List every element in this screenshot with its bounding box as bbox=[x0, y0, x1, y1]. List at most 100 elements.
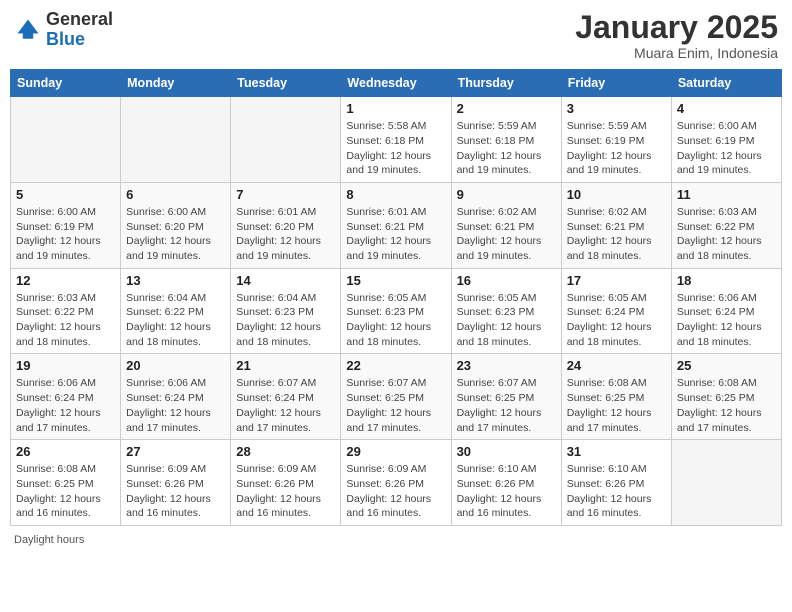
calendar-day-cell bbox=[231, 97, 341, 183]
day-number: 9 bbox=[457, 187, 556, 202]
day-number: 17 bbox=[567, 273, 666, 288]
calendar-day-header: Monday bbox=[121, 70, 231, 97]
calendar-week-row: 26Sunrise: 6:08 AMSunset: 6:25 PMDayligh… bbox=[11, 440, 782, 526]
page-header: General Blue January 2025 Muara Enim, In… bbox=[10, 10, 782, 61]
calendar-day-cell: 25 Sunrise: 6:08 AMSunset: 6:25 PMDayligh… bbox=[671, 354, 781, 440]
calendar-day-cell: 9 Sunrise: 6:02 AMSunset: 6:21 PMDaylight… bbox=[451, 182, 561, 268]
day-info: Sunrise: 6:02 AMSunset: 6:21 PMDaylight:… bbox=[457, 205, 556, 264]
day-number: 29 bbox=[346, 444, 445, 459]
calendar-day-cell: 28 Sunrise: 6:09 AMSunset: 6:26 PMDayligh… bbox=[231, 440, 341, 526]
calendar-day-cell bbox=[671, 440, 781, 526]
day-number: 13 bbox=[126, 273, 225, 288]
daylight-label: Daylight hours bbox=[14, 534, 84, 546]
day-info: Sunrise: 6:07 AMSunset: 6:25 PMDaylight:… bbox=[457, 376, 556, 435]
calendar-day-cell: 10 Sunrise: 6:02 AMSunset: 6:21 PMDayligh… bbox=[561, 182, 671, 268]
day-info: Sunrise: 6:00 AMSunset: 6:19 PMDaylight:… bbox=[677, 119, 776, 178]
day-number: 15 bbox=[346, 273, 445, 288]
day-number: 18 bbox=[677, 273, 776, 288]
calendar-week-row: 19Sunrise: 6:06 AMSunset: 6:24 PMDayligh… bbox=[11, 354, 782, 440]
calendar-day-cell: 22 Sunrise: 6:07 AMSunset: 6:25 PMDayligh… bbox=[341, 354, 451, 440]
calendar-day-header: Tuesday bbox=[231, 70, 341, 97]
calendar-day-cell: 11 Sunrise: 6:03 AMSunset: 6:22 PMDayligh… bbox=[671, 182, 781, 268]
day-number: 24 bbox=[567, 358, 666, 373]
calendar-day-cell: 6Sunrise: 6:00 AMSunset: 6:20 PMDaylight… bbox=[121, 182, 231, 268]
calendar-day-cell bbox=[121, 97, 231, 183]
day-info: Sunrise: 6:05 AMSunset: 6:23 PMDaylight:… bbox=[457, 291, 556, 350]
day-number: 23 bbox=[457, 358, 556, 373]
calendar-day-cell: 20Sunrise: 6:06 AMSunset: 6:24 PMDayligh… bbox=[121, 354, 231, 440]
day-number: 30 bbox=[457, 444, 556, 459]
logo-blue-text: Blue bbox=[46, 29, 85, 49]
calendar-day-cell: 13 Sunrise: 6:04 AMSunset: 6:22 PMDayligh… bbox=[121, 268, 231, 354]
calendar-day-cell: 12 Sunrise: 6:03 AMSunset: 6:22 PMDayligh… bbox=[11, 268, 121, 354]
calendar-header-row: SundayMondayTuesdayWednesdayThursdayFrid… bbox=[11, 70, 782, 97]
day-info: Sunrise: 6:01 AMSunset: 6:20 PMDaylight:… bbox=[236, 205, 335, 264]
calendar-day-header: Thursday bbox=[451, 70, 561, 97]
day-info: Sunrise: 5:59 AMSunset: 6:18 PMDaylight:… bbox=[457, 119, 556, 178]
day-info: Sunrise: 6:05 AMSunset: 6:24 PMDaylight:… bbox=[567, 291, 666, 350]
day-info: Sunrise: 6:09 AMSunset: 6:26 PMDaylight:… bbox=[236, 462, 335, 521]
month-title: January 2025 bbox=[575, 10, 778, 45]
day-info: Sunrise: 6:09 AMSunset: 6:26 PMDaylight:… bbox=[346, 462, 445, 521]
calendar-day-cell: 21 Sunrise: 6:07 AMSunset: 6:24 PMDayligh… bbox=[231, 354, 341, 440]
day-number: 14 bbox=[236, 273, 335, 288]
logo-text: General Blue bbox=[46, 10, 113, 50]
day-info: Sunrise: 6:07 AMSunset: 6:24 PMDaylight:… bbox=[236, 376, 335, 435]
day-info: Sunrise: 6:08 AMSunset: 6:25 PMDaylight:… bbox=[567, 376, 666, 435]
day-info: Sunrise: 6:00 AMSunset: 6:19 PMDaylight:… bbox=[16, 205, 115, 264]
day-number: 20 bbox=[126, 358, 225, 373]
day-number: 5 bbox=[16, 187, 115, 202]
day-number: 12 bbox=[16, 273, 115, 288]
calendar-day-cell: 18 Sunrise: 6:06 AMSunset: 6:24 PMDayligh… bbox=[671, 268, 781, 354]
calendar-week-row: 5 Sunrise: 6:00 AMSunset: 6:19 PMDaylight… bbox=[11, 182, 782, 268]
day-number: 10 bbox=[567, 187, 666, 202]
day-info: Sunrise: 6:08 AMSunset: 6:25 PMDaylight:… bbox=[677, 376, 776, 435]
calendar-day-cell: 16Sunrise: 6:05 AMSunset: 6:23 PMDayligh… bbox=[451, 268, 561, 354]
day-info: Sunrise: 6:01 AMSunset: 6:21 PMDaylight:… bbox=[346, 205, 445, 264]
day-number: 21 bbox=[236, 358, 335, 373]
calendar-day-cell: 27Sunrise: 6:09 AMSunset: 6:26 PMDayligh… bbox=[121, 440, 231, 526]
day-info: Sunrise: 6:07 AMSunset: 6:25 PMDaylight:… bbox=[346, 376, 445, 435]
calendar-day-cell: 29 Sunrise: 6:09 AMSunset: 6:26 PMDayligh… bbox=[341, 440, 451, 526]
calendar-day-cell: 30 Sunrise: 6:10 AMSunset: 6:26 PMDayligh… bbox=[451, 440, 561, 526]
day-info: Sunrise: 6:04 AMSunset: 6:22 PMDaylight:… bbox=[126, 291, 225, 350]
day-info: Sunrise: 6:10 AMSunset: 6:26 PMDaylight:… bbox=[457, 462, 556, 521]
logo: General Blue bbox=[14, 10, 113, 50]
day-number: 28 bbox=[236, 444, 335, 459]
day-number: 3 bbox=[567, 101, 666, 116]
day-info: Sunrise: 6:06 AMSunset: 6:24 PMDaylight:… bbox=[677, 291, 776, 350]
calendar-day-cell: 31Sunrise: 6:10 AMSunset: 6:26 PMDayligh… bbox=[561, 440, 671, 526]
day-info: Sunrise: 6:03 AMSunset: 6:22 PMDaylight:… bbox=[16, 291, 115, 350]
calendar-day-cell: 14 Sunrise: 6:04 AMSunset: 6:23 PMDayligh… bbox=[231, 268, 341, 354]
location-subtitle: Muara Enim, Indonesia bbox=[575, 45, 778, 61]
calendar-day-cell: 23 Sunrise: 6:07 AMSunset: 6:25 PMDayligh… bbox=[451, 354, 561, 440]
calendar-table: SundayMondayTuesdayWednesdayThursdayFrid… bbox=[10, 69, 782, 526]
day-number: 4 bbox=[677, 101, 776, 116]
day-number: 22 bbox=[346, 358, 445, 373]
day-info: Sunrise: 6:09 AMSunset: 6:26 PMDaylight:… bbox=[126, 462, 225, 521]
day-info: Sunrise: 6:06 AMSunset: 6:24 PMDaylight:… bbox=[16, 376, 115, 435]
day-info: Sunrise: 6:02 AMSunset: 6:21 PMDaylight:… bbox=[567, 205, 666, 264]
calendar-day-cell: 1 Sunrise: 5:58 AMSunset: 6:18 PMDaylight… bbox=[341, 97, 451, 183]
day-number: 25 bbox=[677, 358, 776, 373]
day-number: 7 bbox=[236, 187, 335, 202]
logo-icon bbox=[14, 16, 42, 44]
calendar-day-cell: 8 Sunrise: 6:01 AMSunset: 6:21 PMDaylight… bbox=[341, 182, 451, 268]
calendar-day-cell bbox=[11, 97, 121, 183]
day-info: Sunrise: 6:03 AMSunset: 6:22 PMDaylight:… bbox=[677, 205, 776, 264]
day-number: 31 bbox=[567, 444, 666, 459]
footer: Daylight hours bbox=[10, 534, 782, 546]
day-number: 11 bbox=[677, 187, 776, 202]
day-number: 1 bbox=[346, 101, 445, 116]
day-number: 2 bbox=[457, 101, 556, 116]
calendar-day-cell: 4 Sunrise: 6:00 AMSunset: 6:19 PMDaylight… bbox=[671, 97, 781, 183]
calendar-day-header: Saturday bbox=[671, 70, 781, 97]
day-info: Sunrise: 5:58 AMSunset: 6:18 PMDaylight:… bbox=[346, 119, 445, 178]
calendar-day-cell: 3Sunrise: 5:59 AMSunset: 6:19 PMDaylight… bbox=[561, 97, 671, 183]
day-number: 8 bbox=[346, 187, 445, 202]
day-info: Sunrise: 6:08 AMSunset: 6:25 PMDaylight:… bbox=[16, 462, 115, 521]
day-info: Sunrise: 6:04 AMSunset: 6:23 PMDaylight:… bbox=[236, 291, 335, 350]
calendar-day-cell: 7 Sunrise: 6:01 AMSunset: 6:20 PMDaylight… bbox=[231, 182, 341, 268]
logo-general-text: General bbox=[46, 9, 113, 29]
day-info: Sunrise: 6:05 AMSunset: 6:23 PMDaylight:… bbox=[346, 291, 445, 350]
